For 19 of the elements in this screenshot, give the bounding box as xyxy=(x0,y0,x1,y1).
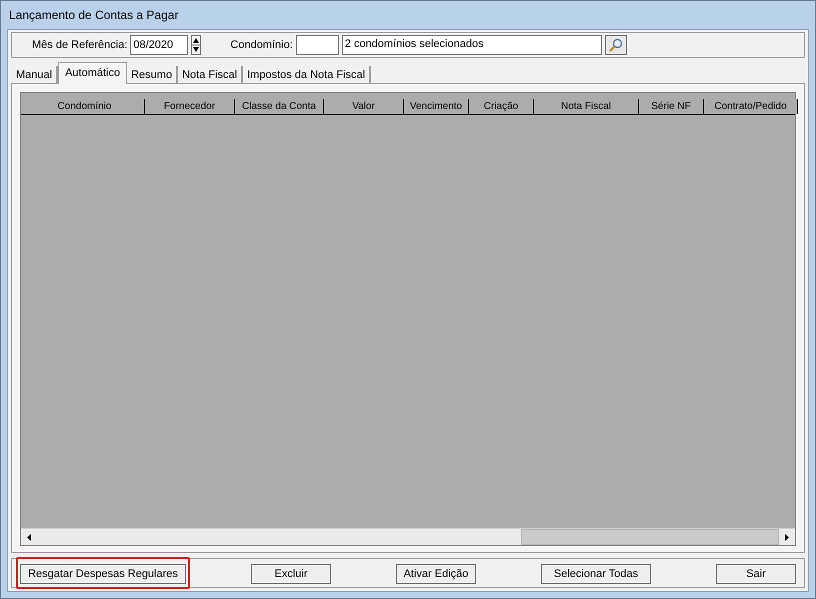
field-label: Mês de Referência: xyxy=(32,38,128,53)
search-button[interactable] xyxy=(604,35,627,55)
condo-selection-field[interactable]: 2 condomínios selecionados xyxy=(342,35,602,55)
window-title: Lançamento de Contas a Pagar xyxy=(9,7,178,24)
action-button[interactable]: Resgatar Despesas Regulares xyxy=(20,564,186,584)
condo-code-field[interactable] xyxy=(296,35,339,55)
tab[interactable]: Automático xyxy=(58,62,128,84)
horizontal-scrollbar[interactable] xyxy=(21,528,795,545)
action-button[interactable]: Ativar Edição xyxy=(396,564,476,584)
action-button[interactable]: Excluir xyxy=(251,564,331,584)
action-button[interactable]: Sair xyxy=(716,564,796,584)
action-button[interactable]: Selecionar Todas xyxy=(541,564,651,584)
field-label: Condomínio: xyxy=(230,38,293,53)
month-field[interactable]: 08/2020 xyxy=(130,35,188,55)
right-arrow-icon xyxy=(785,534,789,540)
scrollbar-thumb[interactable] xyxy=(521,529,779,545)
search-icon xyxy=(608,38,623,52)
left-arrow-icon xyxy=(27,534,31,540)
spin-buttons-icon[interactable] xyxy=(191,35,202,55)
